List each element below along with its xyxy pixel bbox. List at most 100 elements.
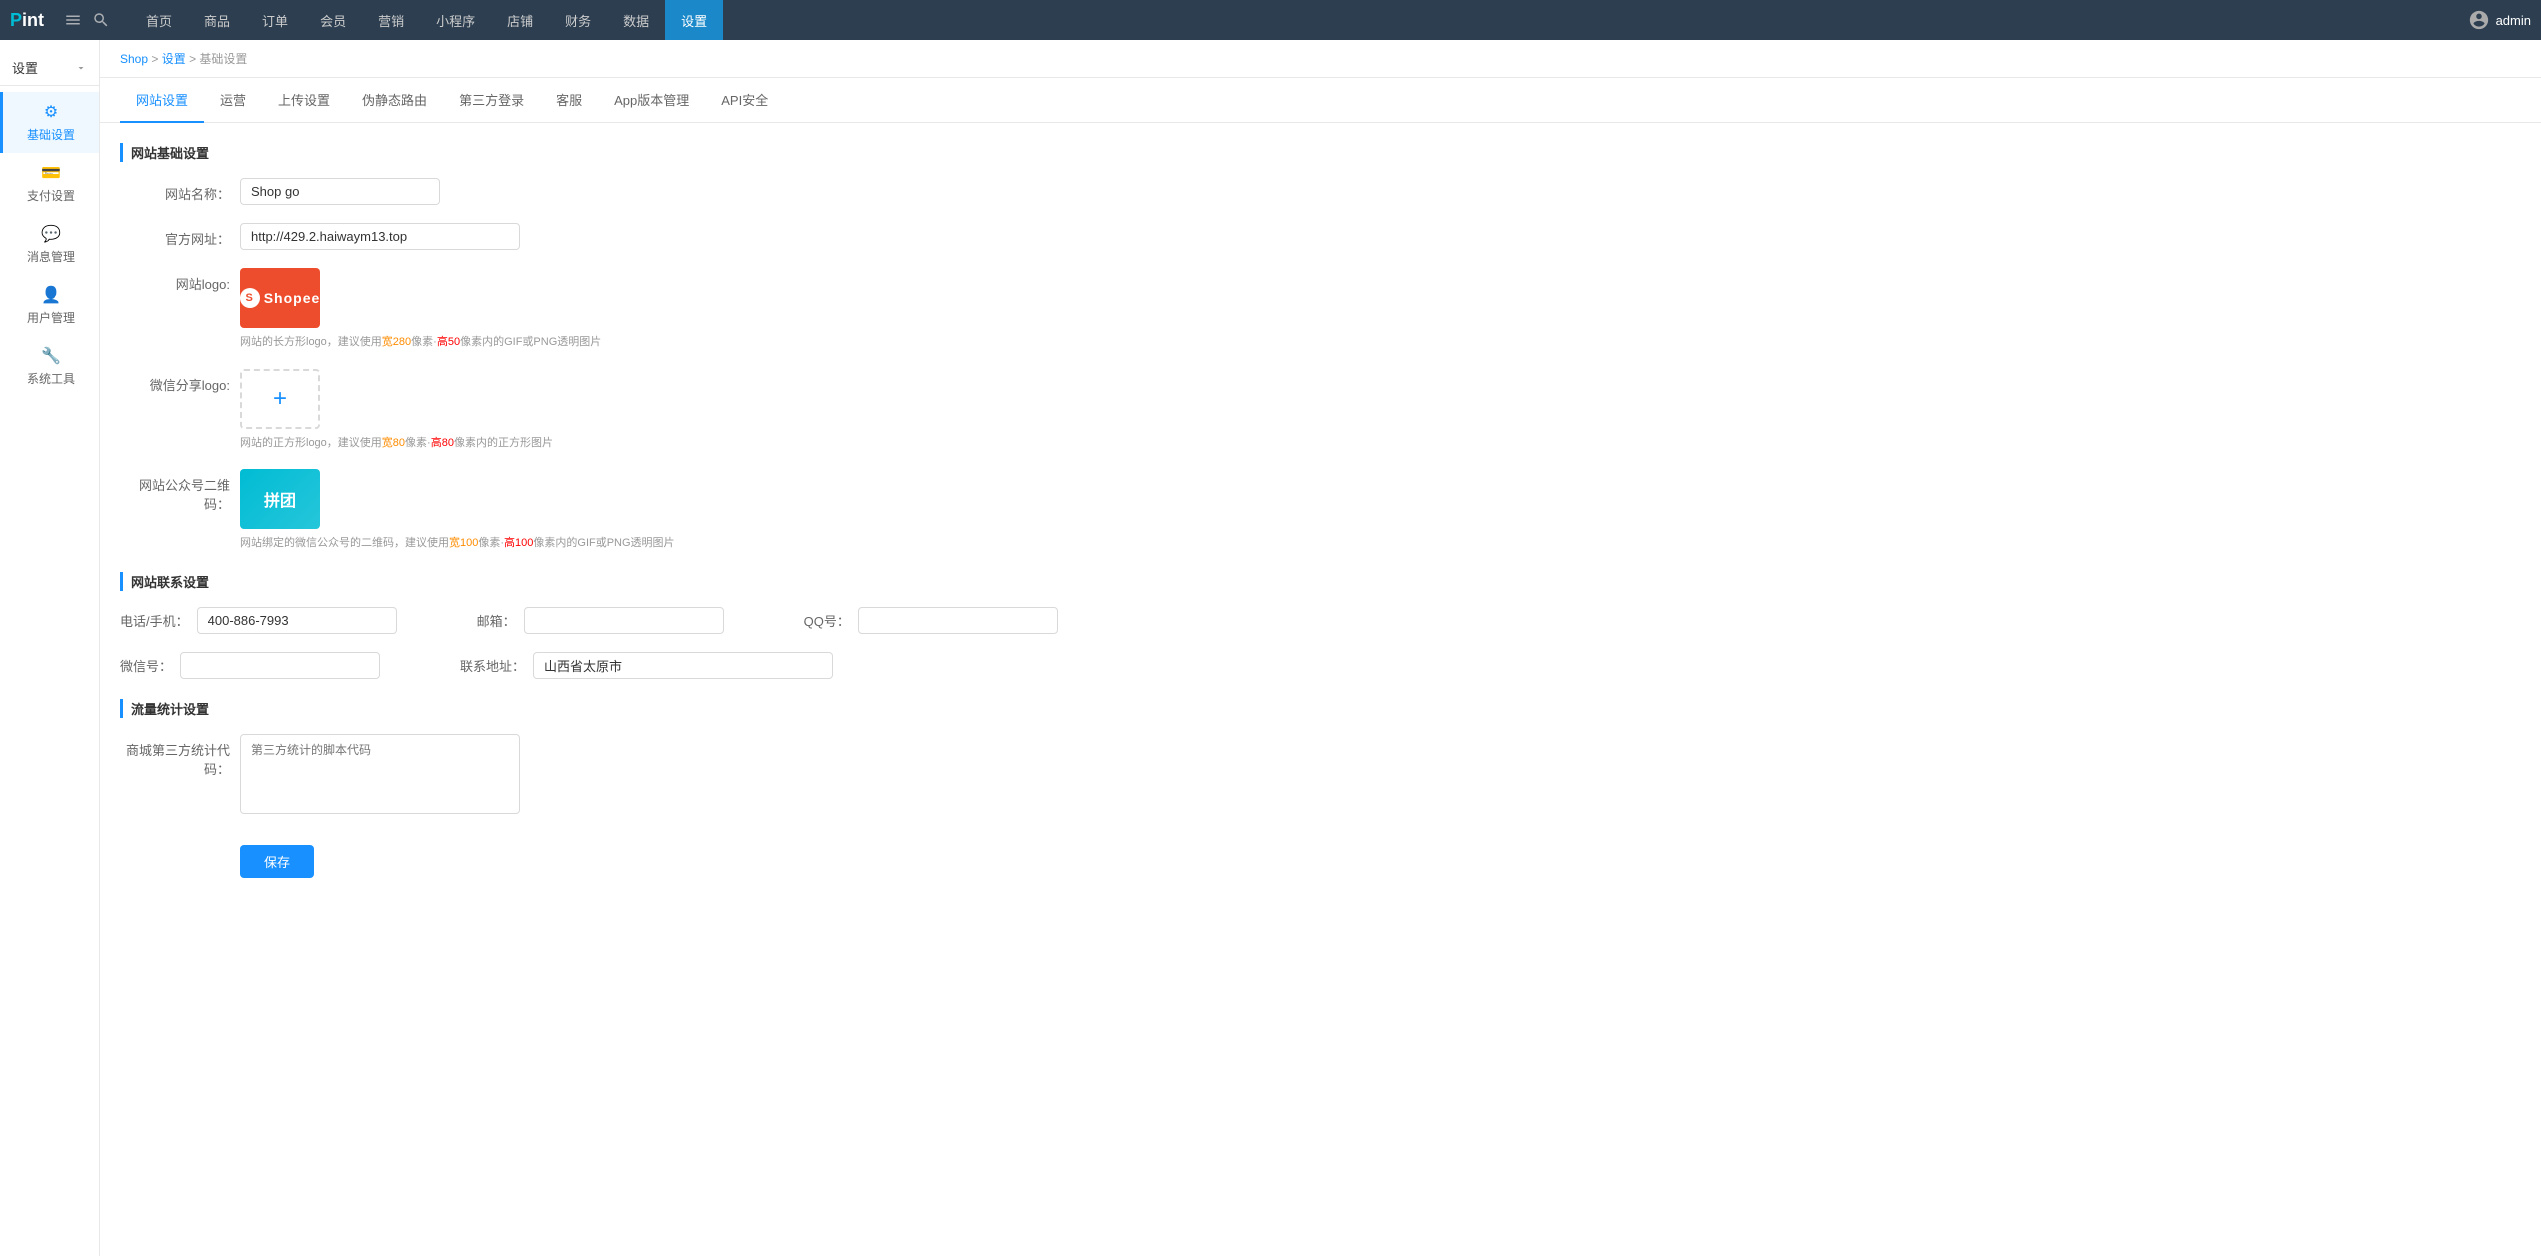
nav-store[interactable]: 店铺 xyxy=(491,0,549,40)
tab-operations[interactable]: 运营 xyxy=(204,78,262,123)
sidebar-item-user-management[interactable]: 👤 用户管理 xyxy=(0,275,99,336)
site-name-label: 网站名称： xyxy=(120,178,240,203)
address-label: 联系地址： xyxy=(460,656,525,675)
section-title-basic: 网站基础设置 xyxy=(120,143,2521,162)
breadcrumb: Shop > 设置 > 基础设置 xyxy=(100,40,2541,78)
address-input[interactable] xyxy=(533,652,833,679)
qrcode-hint-height: 高100 xyxy=(504,537,533,549)
plus-icon: + xyxy=(273,385,287,413)
form-row-wechat-logo: 微信分享logo: + 网站的正方形logo，建议使用宽80像素·高80像素内的… xyxy=(120,369,2521,452)
email-input[interactable] xyxy=(524,607,724,634)
breadcrumb-sep1: > xyxy=(151,52,161,66)
nav-member[interactable]: 会员 xyxy=(304,0,362,40)
sidebar-header: 设置 xyxy=(0,50,99,86)
nav-goods[interactable]: 商品 xyxy=(188,0,246,40)
email-label: 邮箱： xyxy=(477,611,516,630)
form-actions: 保存 xyxy=(120,835,2521,878)
sidebar-collapse-icon[interactable] xyxy=(75,62,87,74)
site-name-input[interactable] xyxy=(240,178,440,205)
nav-home[interactable]: 首页 xyxy=(130,0,188,40)
logo-p: P xyxy=(10,10,22,31)
stats-code-label: 商城第三方统计代码： xyxy=(120,734,240,778)
nav-menu: 首页 商品 订单 会员 营销 小程序 店铺 财务 数据 设置 xyxy=(130,0,2468,40)
tab-pseudo-static[interactable]: 伪静态路由 xyxy=(346,78,443,123)
breadcrumb-shop[interactable]: Shop xyxy=(120,52,148,66)
sidebar-item-message-management[interactable]: 💬 消息管理 xyxy=(0,214,99,275)
contact-qq-col: QQ号： xyxy=(804,607,1058,634)
qq-label: QQ号： xyxy=(804,611,850,630)
form-row-qrcode: 网站公众号二维码： 拼团 网站绑定的微信公众号的二维码，建议使用宽100像素·高… xyxy=(120,469,2521,552)
official-url-input[interactable] xyxy=(240,223,520,250)
tab-app-version[interactable]: App版本管理 xyxy=(598,78,705,123)
stats-code-control xyxy=(240,734,520,817)
wechat-logo-upload[interactable]: + xyxy=(240,369,320,429)
nav-miniapp[interactable]: 小程序 xyxy=(420,0,491,40)
tab-upload-settings[interactable]: 上传设置 xyxy=(262,78,346,123)
nav-marketing[interactable]: 营销 xyxy=(362,0,420,40)
search-icon[interactable] xyxy=(92,11,110,29)
logo-hint-width: 宽280 xyxy=(382,336,411,348)
wechat-logo-control: + 网站的正方形logo，建议使用宽80像素·高80像素内的正方形图片 xyxy=(240,369,760,452)
sidebar-item-basic-settings[interactable]: ⚙ 基础设置 xyxy=(0,92,99,153)
logo-control: S Shopee 网站的长方形logo，建议使用宽280像素·高50像素内的GI… xyxy=(240,268,760,351)
sidebar: 设置 ⚙ 基础设置 💳 支付设置 💬 消息管理 👤 用户管理 🔧 系统工具 xyxy=(0,40,100,1256)
logo-name: int xyxy=(22,10,44,31)
nav-order[interactable]: 订单 xyxy=(246,0,304,40)
contact-row-1: 电话/手机： 邮箱： QQ号： xyxy=(120,607,2521,634)
wechat-logo-label: 微信分享logo: xyxy=(120,369,240,394)
form-row-stats-code: 商城第三方统计代码： xyxy=(120,734,2521,817)
gear-icon: ⚙ xyxy=(44,102,58,122)
tools-icon: 🔧 xyxy=(41,346,61,366)
section-title-statistics: 流量统计设置 xyxy=(120,699,2521,718)
save-button[interactable]: 保存 xyxy=(240,845,314,878)
nav-data[interactable]: 数据 xyxy=(607,0,665,40)
logo-hint-height: 高50 xyxy=(437,336,460,348)
logo-label: 网站logo: xyxy=(120,268,240,293)
sidebar-label-tools: 系统工具 xyxy=(27,370,75,387)
logo-upload-shopee[interactable]: S Shopee xyxy=(240,268,320,328)
payment-icon: 💳 xyxy=(41,163,61,183)
tab-bar: 网站设置 运营 上传设置 伪静态路由 第三方登录 客服 App版本管理 API安… xyxy=(100,78,2541,123)
official-url-control xyxy=(240,223,760,250)
sidebar-label-user: 用户管理 xyxy=(27,309,75,326)
sidebar-title: 设置 xyxy=(12,58,38,77)
menu-icon[interactable] xyxy=(64,11,82,29)
phone-input[interactable] xyxy=(197,607,397,634)
qrcode-hint: 网站绑定的微信公众号的二维码，建议使用宽100像素·高100像素内的GIF或PN… xyxy=(240,535,760,552)
wechat-logo-hint: 网站的正方形logo，建议使用宽80像素·高80像素内的正方形图片 xyxy=(240,435,760,452)
wechat-hint-width: 宽80 xyxy=(382,437,405,449)
breadcrumb-current: 基础设置 xyxy=(199,52,247,66)
main-content: Shop > 设置 > 基础设置 网站设置 运营 上传设置 伪静态路由 第三方登… xyxy=(100,40,2541,1256)
phone-label: 电话/手机： xyxy=(120,611,189,630)
tab-customer-service[interactable]: 客服 xyxy=(540,78,598,123)
sidebar-label-basic: 基础设置 xyxy=(27,126,75,143)
user-icon: 👤 xyxy=(41,285,61,305)
tab-api-security[interactable]: API安全 xyxy=(705,78,784,123)
section-title-contact: 网站联系设置 xyxy=(120,572,2521,591)
tab-third-party-login[interactable]: 第三方登录 xyxy=(443,78,540,123)
breadcrumb-settings[interactable]: 设置 xyxy=(162,52,186,66)
top-navbar: P int 首页 商品 订单 会员 营销 小程序 店铺 财务 数据 设置 adm… xyxy=(0,0,2541,40)
contact-phone-col: 电话/手机： xyxy=(120,607,397,634)
qrcode-control: 拼团 网站绑定的微信公众号的二维码，建议使用宽100像素·高100像素内的GIF… xyxy=(240,469,760,552)
nav-settings[interactable]: 设置 xyxy=(665,0,723,40)
shopee-bag-icon: S xyxy=(240,288,260,308)
stats-code-textarea[interactable] xyxy=(240,734,520,814)
nav-finance[interactable]: 财务 xyxy=(549,0,607,40)
tab-website-settings[interactable]: 网站设置 xyxy=(120,78,204,123)
app-logo: P int xyxy=(10,10,44,31)
settings-content: 网站基础设置 网站名称： 官方网址： 网站logo: xyxy=(100,123,2541,1256)
sidebar-item-payment-settings[interactable]: 💳 支付设置 xyxy=(0,153,99,214)
sidebar-label-payment: 支付设置 xyxy=(27,187,75,204)
sidebar-item-system-tools[interactable]: 🔧 系统工具 xyxy=(0,336,99,397)
contact-row-2: 微信号： 联系地址： xyxy=(120,652,2521,679)
qq-input[interactable] xyxy=(858,607,1058,634)
wechat-hint-height: 高80 xyxy=(431,437,454,449)
contact-email-col: 邮箱： xyxy=(477,607,724,634)
form-row-site-name: 网站名称： xyxy=(120,178,2521,205)
message-icon: 💬 xyxy=(41,224,61,244)
wechat-input[interactable] xyxy=(180,652,380,679)
pingtuan-text: 拼团 xyxy=(264,487,296,511)
qrcode-upload[interactable]: 拼团 xyxy=(240,469,320,529)
user-avatar-icon xyxy=(2468,9,2490,31)
